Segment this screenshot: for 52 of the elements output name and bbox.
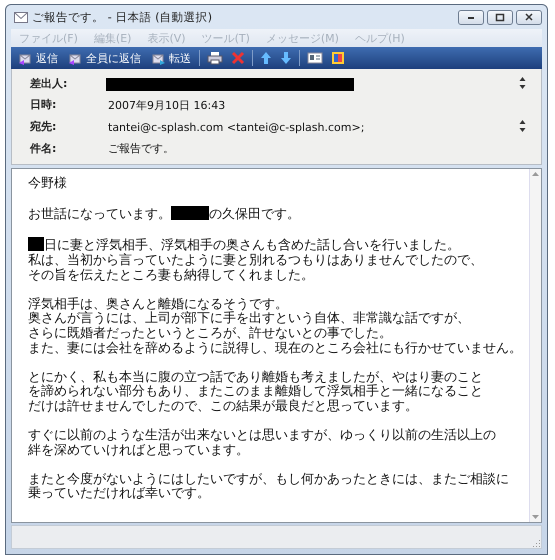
down-arrow-icon[interactable] [280,51,292,65]
close-button[interactable] [516,10,542,24]
toolbar-button[interactable]: 全員に返信 [63,48,146,68]
scroll-arrows-icon[interactable] [519,76,526,90]
field-label: 日時: [30,97,58,113]
envelope-icon [14,12,28,22]
message-text: 日に妻と浮気相手、浮気相手の奥さんも含めた話し合いを行いました。 [44,238,460,254]
menu-item[interactable]: ファイル(F) [11,30,86,46]
message-text: お世話になっています。 [28,207,171,222]
maximize-icon [494,12,506,22]
redaction-bar [171,206,209,220]
redaction-bar [28,237,44,252]
field-label: 宛先: [30,119,58,135]
scroll-up-icon[interactable] [532,171,539,176]
message-text: さらに既婚者だったというところが、許せないとの事でした。 [28,326,392,341]
scroll-arrows-icon[interactable] [519,118,526,132]
message-text: だけは許せませんでしたので、この結果が最良だと思っています。 [28,398,418,414]
field-label: 件名: [30,141,58,157]
scroll-down-icon[interactable] [532,515,539,520]
field-value: 2007年9月10日 16:43 [107,98,226,112]
field-label: 差出人: [30,76,68,92]
menu-item[interactable]: ツール(T) [194,30,258,46]
message-text: すぐに以前のような生活が出来ないとは思いますが、ゆっくり以前の生活以上の [28,428,496,444]
up-arrow-icon[interactable] [260,51,272,65]
message-text: その旨を伝えたところ妻も納得してくれました。 [28,268,314,283]
message-text: 絆を深めていければと思っています。 [28,442,249,458]
window-title: ご報告です。 - 日本語 (自動選択) [32,10,214,24]
printer-icon[interactable] [207,51,223,65]
message-text: を諦められない部分もあり、またこのまま離婚して浮気相手と一緒になること [28,384,483,400]
address-card-icon[interactable] [307,52,323,64]
message-text: またと今度がないようにはしたいですが、もし何かあったときには、またご相談に [28,472,509,487]
message-text: 乗っていただければ幸いです。 [28,486,210,502]
field-value: ご報告です。 [107,141,175,156]
message-text: とにかく、私も本当に腹の立つ話であり離婚も考えましたが、やはり妻のこと [28,370,483,385]
close-icon [523,12,535,22]
message-text: の久保田です。 [209,207,300,222]
menu-item[interactable]: 表示(V) [139,30,194,46]
minimize-button[interactable] [458,10,484,24]
menu-item[interactable]: 編集(E) [86,30,140,46]
field-value: tantei@c-splash.com <tantei@c-splash.com>; [107,120,366,134]
message-text: 浮気相手は、奥さんと離婚になるそうです。 [28,296,288,312]
color-grid-icon[interactable] [331,51,345,65]
message-text: 今野様 [28,176,67,191]
toolbar-button[interactable]: 転送 [146,48,196,68]
message-text: また、妻には会社を辞めるように説得し、現在のところ会社にも行かせていません。 [28,340,522,356]
toolbar-button[interactable]: 返信 [13,48,63,68]
message-text: 奥さんが言うには、上司が部下に手を出すという自体、非常識な話ですが、 [28,311,470,326]
message-text: 私は、当初から言っていたように妻と別れるつもりはありませんでしたので、 [28,252,483,268]
menu-item[interactable]: ヘルプ(H) [346,30,413,46]
menu-item[interactable]: メッセージ(M) [258,30,347,46]
resize-grip-icon[interactable] [531,538,541,548]
maximize-button[interactable] [487,10,513,24]
